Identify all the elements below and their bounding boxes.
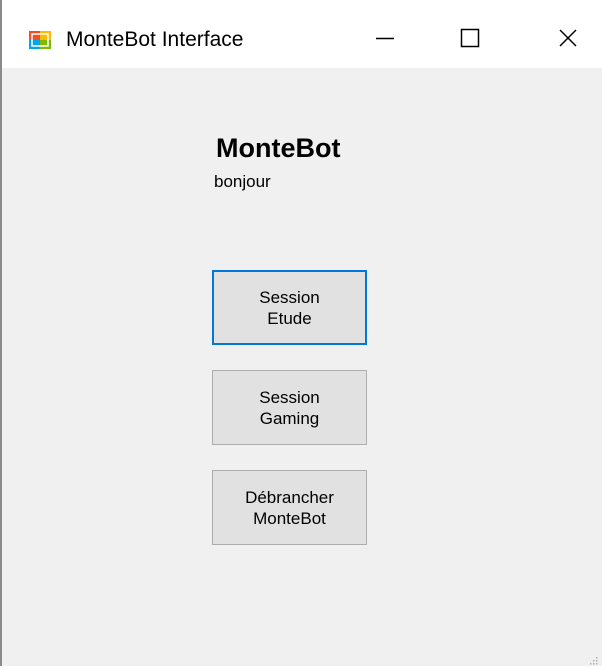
session-gaming-button[interactable]: Session Gaming — [212, 370, 367, 445]
app-icon — [29, 29, 51, 51]
title-bar[interactable]: MonteBot Interface — [2, 0, 602, 68]
greeting-label: bonjour — [214, 172, 271, 191]
close-button[interactable] — [542, 16, 594, 60]
maximize-icon — [460, 28, 480, 48]
close-icon — [558, 28, 578, 48]
resize-grip-icon[interactable] — [588, 652, 598, 665]
minimize-button[interactable] — [359, 16, 411, 60]
disconnect-montebot-button[interactable]: Débrancher MonteBot — [212, 470, 367, 545]
client-area: MonteBot bonjour Session Etude Session G… — [2, 68, 602, 666]
application-window: MonteBot Interface MonteBot bonjour Sess… — [0, 0, 602, 666]
session-etude-button[interactable]: Session Etude — [212, 270, 367, 345]
maximize-button[interactable] — [444, 16, 496, 60]
minimize-icon — [375, 28, 395, 48]
app-heading: MonteBot — [216, 133, 341, 163]
window-title: MonteBot Interface — [66, 28, 244, 51]
